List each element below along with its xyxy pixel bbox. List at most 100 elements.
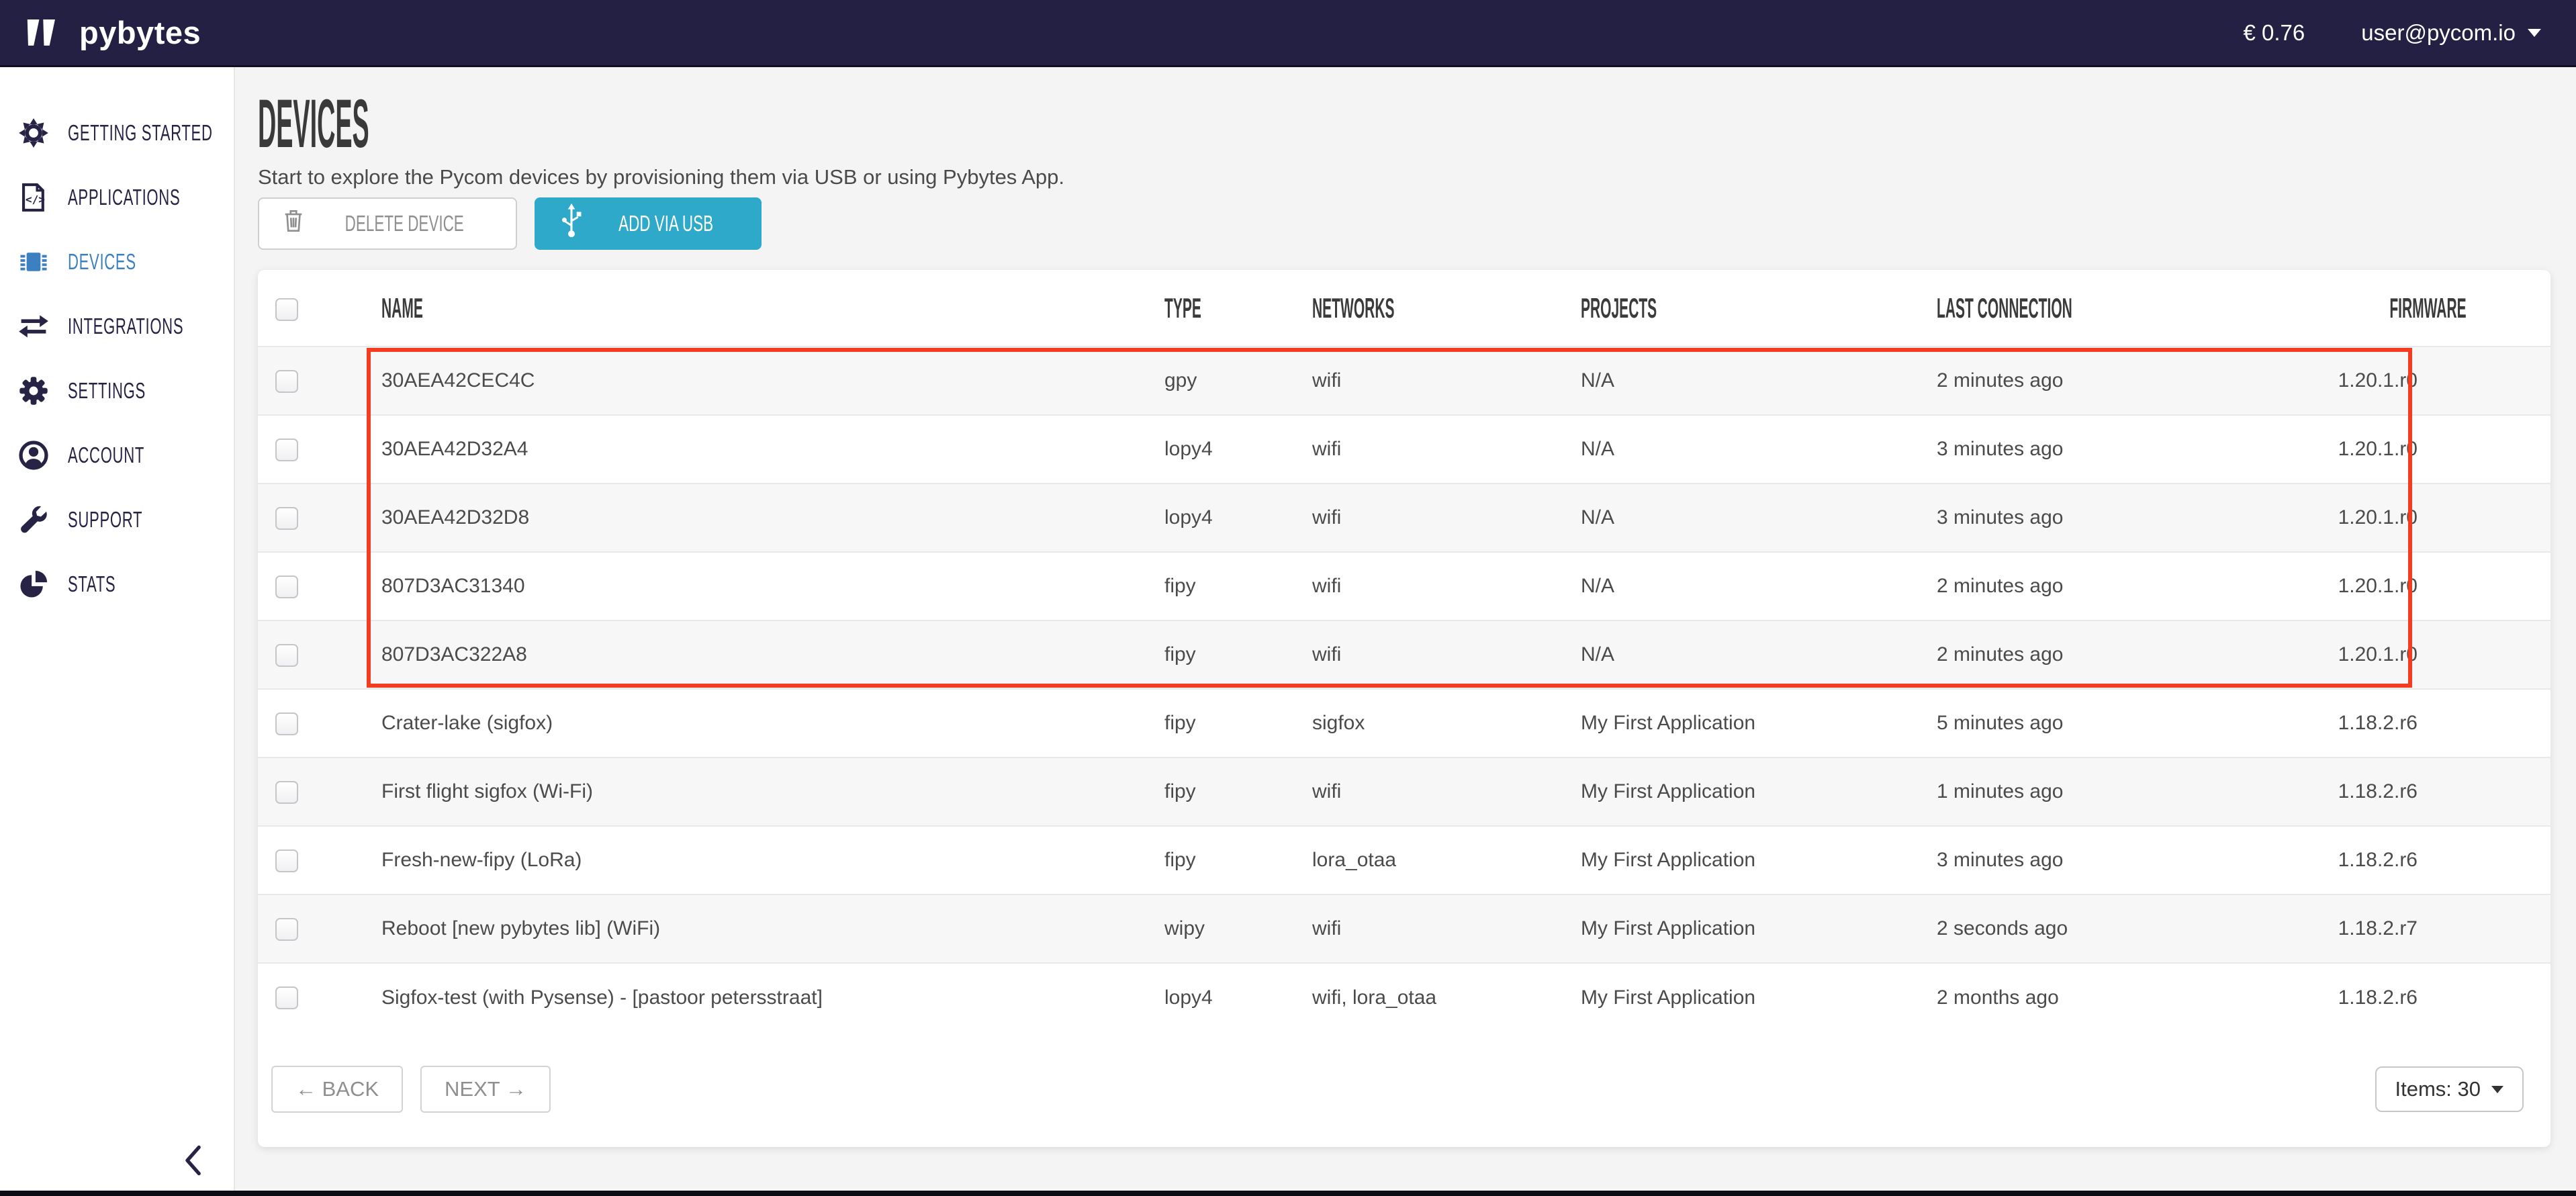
device-last-connection-cell: 2 months ago: [1937, 963, 2313, 1031]
sidebar-item-devices[interactable]: DEVICES: [0, 230, 234, 294]
table-row: 807D3AC322A8fipywifiN/A2 minutes ago1.20…: [258, 620, 2550, 689]
device-networks-cell: wifi: [1312, 484, 1581, 552]
device-name-cell[interactable]: 30AEA42D32A4: [365, 415, 1164, 484]
device-networks-cell: wifi, lora_otaa: [1312, 963, 1581, 1031]
row-checkbox[interactable]: [275, 849, 298, 872]
header-type: TYPE: [1164, 292, 1201, 324]
sidebar-item-label: STATS: [68, 571, 116, 597]
device-name-cell[interactable]: Reboot [new pybytes lib] (WiFi): [365, 894, 1164, 963]
sidebar-item-label: GETTING STARTED: [68, 120, 213, 146]
table-header-row: NAME TYPE NETWORKS PROJECTS LAST CONNECT…: [258, 270, 2550, 347]
device-table-body: 30AEA42CEC4CgpywifiN/A2 minutes ago1.20.…: [258, 347, 2550, 1031]
sidebar-item-settings[interactable]: SETTINGS: [0, 359, 234, 423]
device-name-cell[interactable]: First flight sigfox (Wi-Fi): [365, 757, 1164, 826]
device-type-cell: lopy4: [1164, 963, 1312, 1031]
device-networks-cell: wifi: [1312, 894, 1581, 963]
device-type-cell: fipy: [1164, 757, 1312, 826]
code-file-icon: </>: [18, 182, 49, 213]
main-content: DEVICES Start to explore the Pycom devic…: [236, 67, 2576, 1191]
device-name-cell[interactable]: 30AEA42CEC4C: [365, 347, 1164, 415]
table-row: Sigfox-test (with Pysense) - [pastoor pe…: [258, 963, 2550, 1031]
sidebar-item-support[interactable]: SUPPORT: [0, 488, 234, 552]
table-row: 30AEA42D32D8lopy4wifiN/A3 minutes ago1.2…: [258, 484, 2550, 552]
device-name-cell[interactable]: Crater-lake (sigfox): [365, 689, 1164, 757]
sidebar-item-integrations[interactable]: INTEGRATIONS: [0, 294, 234, 359]
sidebar-item-label: ACCOUNT: [68, 443, 144, 468]
sidebar-collapse-button[interactable]: [183, 1145, 203, 1176]
svg-text:</>: </>: [26, 193, 45, 206]
device-name-cell[interactable]: 807D3AC31340: [365, 552, 1164, 620]
devices-table-card: NAME TYPE NETWORKS PROJECTS LAST CONNECT…: [258, 270, 2550, 1147]
user-email: user@pycom.io: [2361, 20, 2516, 46]
items-per-page-dropdown[interactable]: Items: 30: [2375, 1066, 2524, 1112]
sidebar-item-label: INTEGRATIONS: [68, 314, 183, 339]
header-projects: PROJECTS: [1581, 292, 1657, 324]
toolbar: DELETE DEVICE ADD VIA USB: [258, 197, 2576, 250]
next-button[interactable]: NEXT →: [420, 1066, 551, 1113]
device-networks-cell: wifi: [1312, 757, 1581, 826]
page-title: DEVICES: [258, 85, 369, 163]
select-all-checkbox[interactable]: [275, 298, 298, 321]
device-projects-cell: N/A: [1581, 552, 1937, 620]
device-type-cell: lopy4: [1164, 484, 1312, 552]
device-projects-cell: My First Application: [1581, 963, 1937, 1031]
device-type-cell: lopy4: [1164, 415, 1312, 484]
device-type-cell: fipy: [1164, 552, 1312, 620]
device-name-cell[interactable]: 807D3AC322A8: [365, 620, 1164, 689]
sidebar-item-account[interactable]: ACCOUNT: [0, 423, 234, 488]
table-row: Crater-lake (sigfox)fipysigfoxMy First A…: [258, 689, 2550, 757]
device-type-cell: gpy: [1164, 347, 1312, 415]
row-checkbox[interactable]: [275, 576, 298, 598]
gear-icon: [18, 375, 49, 406]
device-name-cell[interactable]: Fresh-new-fipy (LoRa): [365, 826, 1164, 894]
device-networks-cell: sigfox: [1312, 689, 1581, 757]
page-subtitle: Start to explore the Pycom devices by pr…: [258, 165, 2576, 189]
sidebar-item-getting-started[interactable]: GETTING STARTED: [0, 101, 234, 165]
row-checkbox[interactable]: [275, 644, 298, 667]
device-last-connection-cell: 1 minutes ago: [1937, 757, 2313, 826]
device-firmware-cell: 1.20.1.r0: [2313, 484, 2550, 552]
device-networks-cell: wifi: [1312, 415, 1581, 484]
sidebar-item-label: DEVICES: [68, 249, 136, 275]
chip-icon: [18, 246, 49, 277]
device-type-cell: fipy: [1164, 620, 1312, 689]
device-projects-cell: N/A: [1581, 484, 1937, 552]
row-checkbox[interactable]: [275, 507, 298, 530]
sidebar-item-applications[interactable]: </>APPLICATIONS: [0, 165, 234, 230]
user-menu[interactable]: user@pycom.io: [2361, 20, 2541, 46]
logo-text: pybytes: [79, 14, 201, 51]
row-checkbox[interactable]: [275, 781, 298, 804]
usb-icon: [560, 203, 583, 244]
device-name-cell[interactable]: 30AEA42D32D8: [365, 484, 1164, 552]
row-checkbox[interactable]: [275, 918, 298, 941]
device-last-connection-cell: 5 minutes ago: [1937, 689, 2313, 757]
device-projects-cell: N/A: [1581, 347, 1937, 415]
device-last-connection-cell: 2 minutes ago: [1937, 620, 2313, 689]
wrench-icon: [18, 504, 49, 535]
device-networks-cell: wifi: [1312, 620, 1581, 689]
row-checkbox[interactable]: [275, 986, 298, 1009]
row-checkbox[interactable]: [275, 439, 298, 461]
row-checkbox[interactable]: [275, 712, 298, 735]
add-via-usb-button[interactable]: ADD VIA USB: [535, 197, 761, 250]
header-firmware: FIRMWARE: [2389, 292, 2466, 324]
device-name-cell[interactable]: Sigfox-test (with Pysense) - [pastoor pe…: [365, 963, 1164, 1031]
device-firmware-cell: 1.18.2.r6: [2313, 757, 2550, 826]
row-checkbox[interactable]: [275, 370, 298, 393]
delete-device-button[interactable]: DELETE DEVICE: [258, 197, 517, 250]
device-type-cell: fipy: [1164, 826, 1312, 894]
device-firmware-cell: 1.20.1.r0: [2313, 415, 2550, 484]
device-firmware-cell: 1.18.2.r6: [2313, 689, 2550, 757]
sidebar-item-stats[interactable]: STATS: [0, 552, 234, 616]
device-type-cell: wipy: [1164, 894, 1312, 963]
header-last-connection: LAST CONNECTION: [1937, 292, 2072, 324]
items-per-page-label: Items: 30: [2395, 1077, 2481, 1101]
table-row: Reboot [new pybytes lib] (WiFi)wipywifiM…: [258, 894, 2550, 963]
table-row: 30AEA42D32A4lopy4wifiN/A3 minutes ago1.2…: [258, 415, 2550, 484]
back-button[interactable]: ← BACK: [271, 1066, 403, 1113]
device-firmware-cell: 1.20.1.r0: [2313, 620, 2550, 689]
device-last-connection-cell: 2 seconds ago: [1937, 894, 2313, 963]
sidebar-item-label: SETTINGS: [68, 378, 146, 404]
device-projects-cell: My First Application: [1581, 894, 1937, 963]
top-navbar: pybytes € 0.76 user@pycom.io: [0, 0, 2576, 67]
